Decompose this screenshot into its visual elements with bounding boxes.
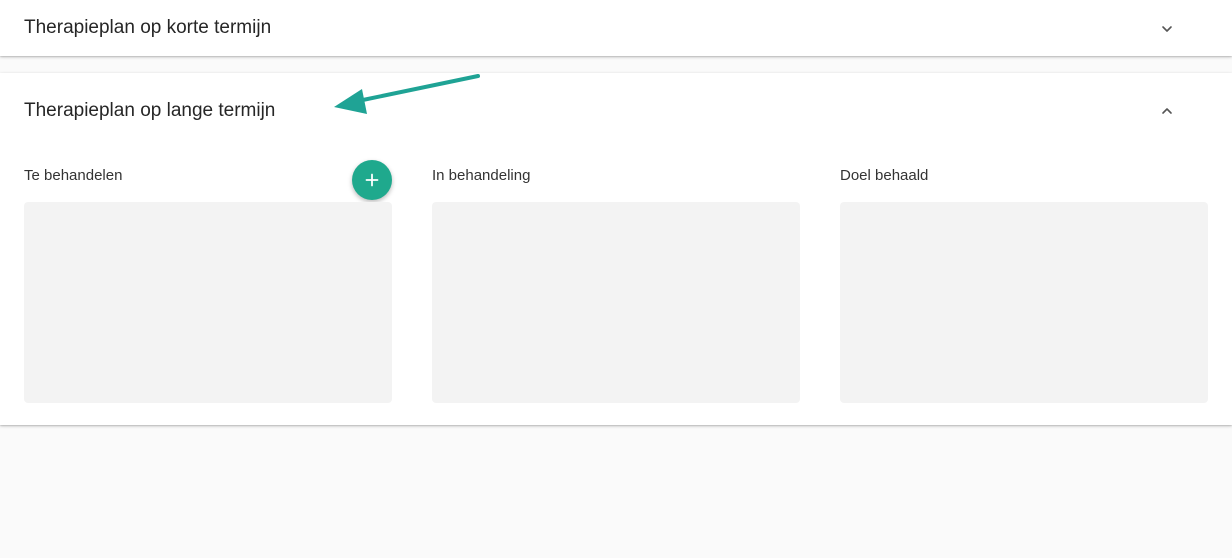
column-label: Te behandelen [24, 167, 123, 184]
column-doel-behaald: Doel behaald [840, 160, 1208, 405]
column-te-behandelen: Te behandelen [24, 160, 392, 405]
column-drop-zone[interactable] [840, 202, 1208, 403]
column-label: In behandeling [432, 167, 531, 184]
panel-long-term-header[interactable]: Therapieplan op lange termijn [0, 73, 1232, 147]
panel-long-term-title: Therapieplan op lange termijn [24, 100, 276, 121]
chevron-up-icon[interactable] [1160, 104, 1174, 118]
add-item-button[interactable] [352, 160, 392, 200]
page: Therapieplan op korte termijn Therapiepl… [0, 0, 1232, 558]
panel-long-term: Therapieplan op lange termijn Te behande… [0, 73, 1232, 425]
panel-short-term-title: Therapieplan op korte termijn [24, 17, 272, 38]
column-drop-zone[interactable] [24, 202, 392, 403]
plus-icon [365, 173, 379, 187]
column-label: Doel behaald [840, 167, 929, 184]
chevron-down-icon[interactable] [1160, 22, 1174, 36]
column-in-behandeling: In behandeling [432, 160, 800, 405]
panel-short-term-header[interactable]: Therapieplan op korte termijn [0, 0, 1232, 56]
panel-short-term: Therapieplan op korte termijn [0, 0, 1232, 56]
column-drop-zone[interactable] [432, 202, 800, 403]
